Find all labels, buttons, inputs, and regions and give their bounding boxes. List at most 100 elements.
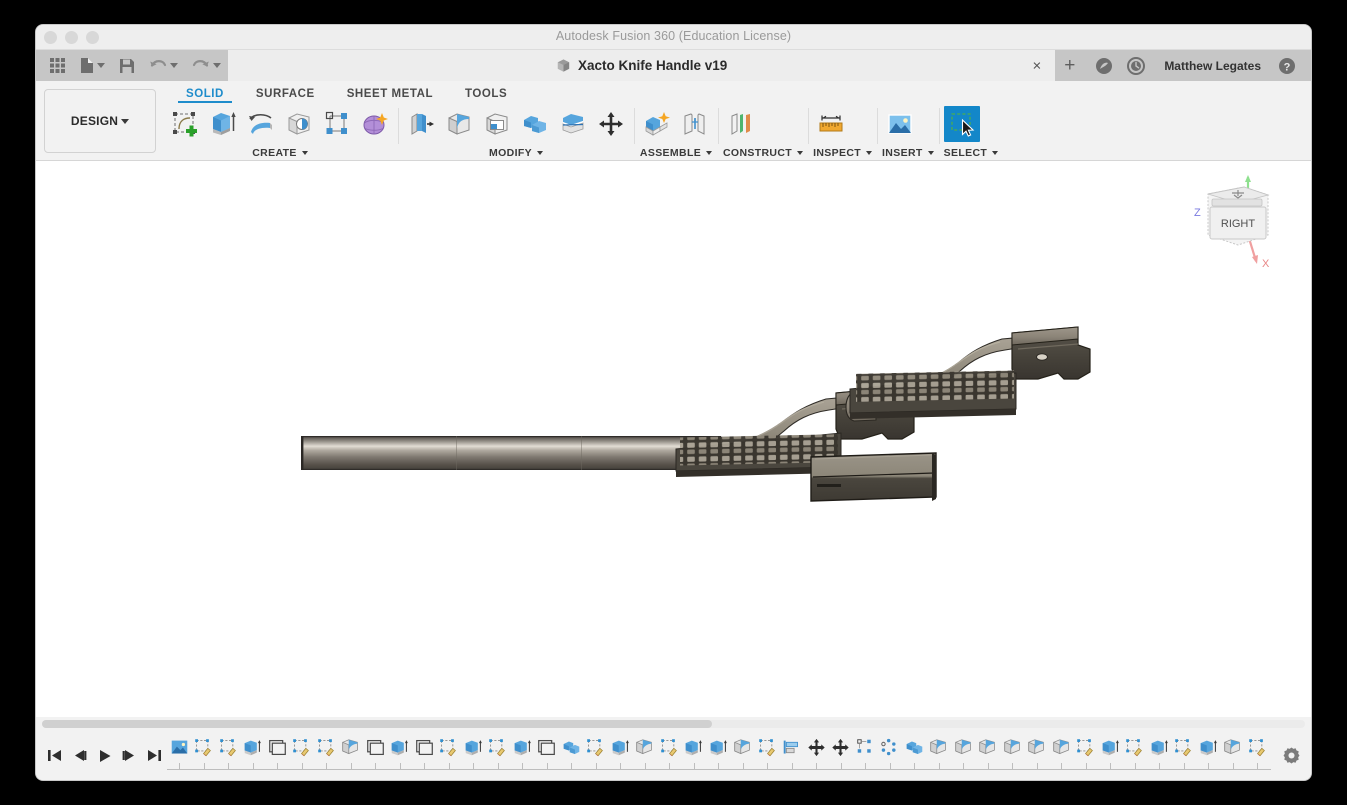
timeline-feature-shell[interactable] [412, 736, 437, 772]
timeline-feature-circ-pattern[interactable] [878, 736, 903, 772]
timeline-feature-extrude[interactable] [461, 736, 486, 772]
timeline-feature-sketch[interactable] [1245, 736, 1270, 772]
select-caret-icon[interactable] [992, 150, 999, 155]
viewport-canvas[interactable]: RIGHT Z X [36, 161, 1311, 717]
split-face-icon[interactable] [555, 106, 591, 142]
viewcube[interactable]: RIGHT Z X [1186, 169, 1296, 270]
new-component-icon[interactable] [639, 106, 675, 142]
timeline-feature-extrude[interactable] [241, 736, 266, 772]
close-tab-button[interactable]: × [1033, 57, 1042, 74]
press-pull-icon[interactable] [403, 106, 439, 142]
measure-icon[interactable] [813, 106, 849, 142]
joint-icon[interactable] [677, 106, 713, 142]
timeline-feature-extrude[interactable] [682, 736, 707, 772]
timeline-feature-fillet[interactable] [1000, 736, 1025, 772]
shell-icon[interactable] [479, 106, 515, 142]
step-forward-button[interactable] [117, 741, 142, 771]
timeline-feature-fillet[interactable] [731, 736, 756, 772]
timeline-feature-move[interactable] [829, 736, 854, 772]
timeline-feature-sketch[interactable] [1172, 736, 1197, 772]
file-icon[interactable] [73, 50, 112, 81]
timeline-feature-strip[interactable] [167, 734, 1271, 778]
timeline-feature-extrude[interactable] [1098, 736, 1123, 772]
insert-caret-icon[interactable] [927, 150, 934, 155]
rectangular-pattern-icon[interactable] [319, 106, 355, 142]
account-name[interactable]: Matthew Legates [1152, 59, 1271, 73]
create-caret-icon[interactable] [301, 150, 308, 155]
step-back-button[interactable] [67, 741, 92, 771]
timeline-feature-extrude[interactable] [1196, 736, 1221, 772]
document-tab[interactable]: Xacto Knife Handle v19 × [228, 50, 1055, 81]
create-sketch-icon[interactable] [167, 106, 203, 142]
timeline-feature-extrude[interactable] [1270, 736, 1272, 772]
timeline-feature-shell[interactable] [535, 736, 560, 772]
move-copy-icon[interactable] [593, 106, 629, 142]
timeline-feature-fillet[interactable] [976, 736, 1001, 772]
app-grid-icon[interactable] [42, 50, 73, 81]
timeline-feature-fillet[interactable] [1049, 736, 1074, 772]
timeline-feature-canvas[interactable] [167, 736, 192, 772]
offset-plane-icon[interactable] [723, 106, 759, 142]
form-icon[interactable] [357, 106, 393, 142]
timeline-feature-sketch[interactable] [192, 736, 217, 772]
timeline-feature-sketch[interactable] [1123, 736, 1148, 772]
timeline-feature-sketch[interactable] [486, 736, 511, 772]
timeline-feature-fillet[interactable] [1221, 736, 1246, 772]
timeline-feature-extrude[interactable] [1147, 736, 1172, 772]
timeline-feature-fillet[interactable] [927, 736, 952, 772]
timeline-feature-extrude[interactable] [388, 736, 413, 772]
redo-icon[interactable] [185, 50, 228, 81]
help-icon[interactable]: ? [1271, 57, 1303, 75]
workspace-selector[interactable]: DESIGN [44, 89, 156, 153]
timeline-feature-shell[interactable] [265, 736, 290, 772]
timeline-scroll-thumb[interactable] [42, 720, 712, 728]
sketch-icon [660, 736, 679, 760]
combine-icon[interactable] [517, 106, 553, 142]
extrude-icon[interactable] [205, 106, 241, 142]
timeline-feature-fillet[interactable] [633, 736, 658, 772]
timeline-feature-combine[interactable] [559, 736, 584, 772]
timeline-feature-fillet[interactable] [951, 736, 976, 772]
timeline-feature-fillet[interactable] [1025, 736, 1050, 772]
go-to-end-button[interactable] [142, 741, 167, 771]
insert-image-icon[interactable] [882, 106, 918, 142]
modify-caret-icon[interactable] [536, 150, 543, 155]
save-icon[interactable] [112, 50, 142, 81]
timeline-settings-button[interactable] [1271, 746, 1311, 765]
timeline-feature-sketch[interactable] [216, 736, 241, 772]
job-status-icon[interactable] [1120, 56, 1152, 75]
undo-icon[interactable] [142, 50, 185, 81]
timeline-feature-align[interactable] [780, 736, 805, 772]
timeline-feature-sketch[interactable] [314, 736, 339, 772]
extensions-icon[interactable] [1088, 57, 1120, 75]
timeline-scrollbar[interactable] [42, 720, 1305, 728]
timeline-feature-sketch[interactable] [584, 736, 609, 772]
timeline-feature-extrude[interactable] [706, 736, 731, 772]
tab-tools[interactable]: TOOLS [449, 88, 523, 103]
fillet-icon[interactable] [441, 106, 477, 142]
timeline-feature-sketch[interactable] [1074, 736, 1099, 772]
timeline-feature-move[interactable] [804, 736, 829, 772]
timeline-feature-fillet[interactable] [339, 736, 364, 772]
timeline-feature-sketch[interactable] [657, 736, 682, 772]
assemble-caret-icon[interactable] [706, 150, 713, 155]
go-to-beginning-button[interactable] [42, 741, 67, 771]
timeline-feature-sketch[interactable] [755, 736, 780, 772]
timeline-feature-rect-pattern[interactable] [853, 736, 878, 772]
play-button[interactable] [92, 741, 117, 771]
revolve-icon[interactable] [243, 106, 279, 142]
tab-surface[interactable]: SURFACE [240, 88, 331, 103]
timeline-feature-extrude[interactable] [608, 736, 633, 772]
hole-icon[interactable] [281, 106, 317, 142]
inspect-caret-icon[interactable] [866, 150, 873, 155]
timeline-feature-sketch[interactable] [290, 736, 315, 772]
construct-caret-icon[interactable] [797, 150, 804, 155]
timeline-feature-shell[interactable] [363, 736, 388, 772]
timeline-feature-sketch[interactable] [437, 736, 462, 772]
timeline-feature-extrude[interactable] [510, 736, 535, 772]
tab-solid[interactable]: SOLID [170, 88, 240, 103]
new-tab-button[interactable]: + [1055, 50, 1085, 81]
select-tool-icon[interactable] [943, 105, 980, 142]
tab-sheet-metal[interactable]: SHEET METAL [331, 88, 449, 103]
timeline-feature-combine[interactable] [902, 736, 927, 772]
